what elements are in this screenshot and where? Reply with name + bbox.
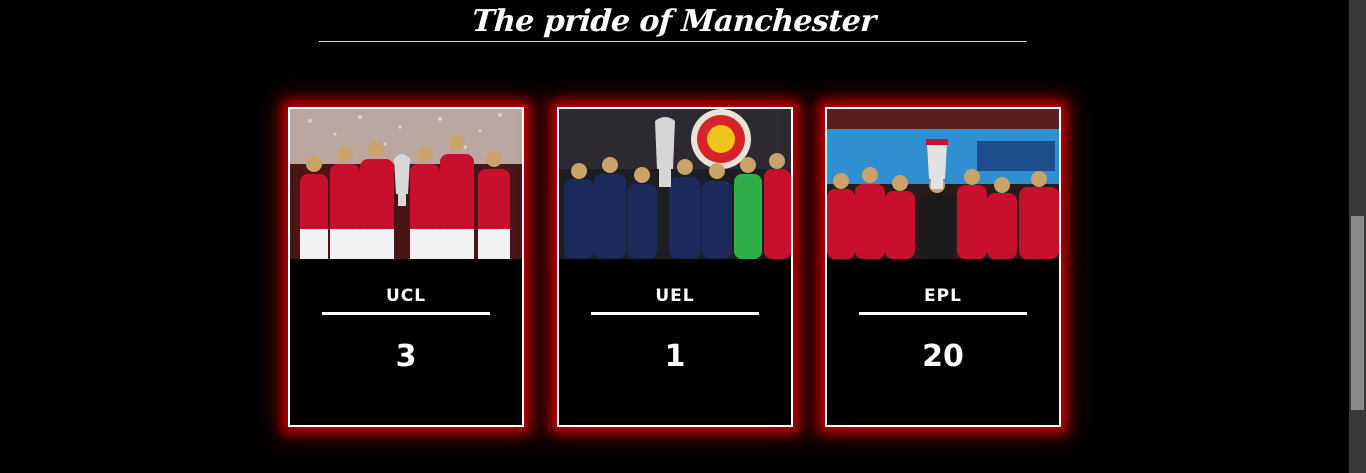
- card-divider: [591, 312, 759, 315]
- trophy-card-epl[interactable]: EPL 20: [825, 107, 1061, 427]
- card-value: 3: [395, 339, 417, 374]
- page: The pride of Manchester ucl 3 uel 1 epl …: [0, 0, 1366, 473]
- card-label: UCL: [385, 279, 427, 307]
- vertical-scrollbar[interactable]: [1349, 0, 1366, 473]
- card-value: 20: [922, 339, 964, 374]
- uel-trophy-photo: [559, 109, 791, 259]
- card-divider: [859, 312, 1027, 315]
- card-label: EPL: [924, 279, 962, 307]
- card-label: UEL: [655, 279, 695, 307]
- card-divider: [322, 312, 490, 315]
- ucl-trophy-photo: [290, 109, 522, 259]
- trophy-card-ucl[interactable]: UCL 3: [288, 107, 524, 427]
- page-title: The pride of Manchester: [318, 0, 1030, 42]
- scrollbar-thumb[interactable]: [1351, 216, 1364, 410]
- trophy-card-uel[interactable]: UEL 1: [557, 107, 793, 427]
- epl-trophy-photo: [827, 109, 1059, 259]
- card-value: 1: [664, 339, 686, 374]
